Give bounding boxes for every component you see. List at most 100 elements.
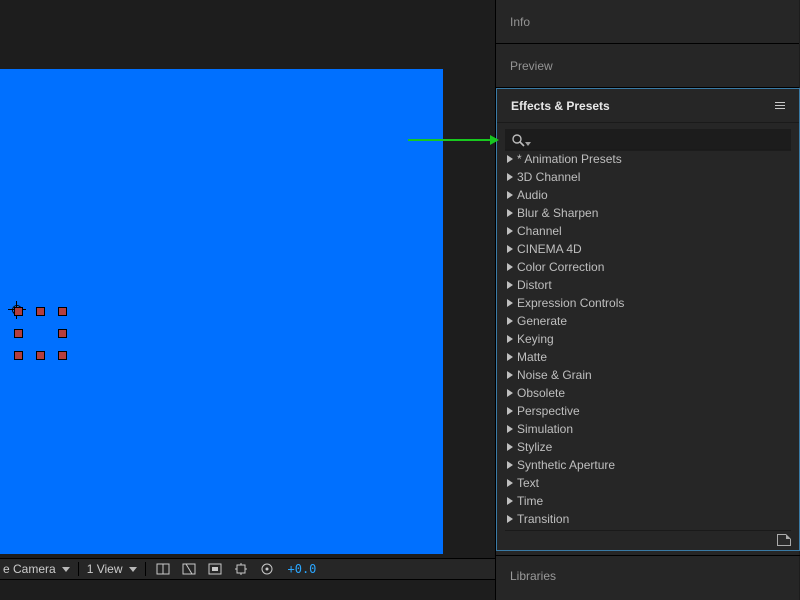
- disclosure-right-icon: [507, 317, 513, 325]
- effects-category-label: Blur & Sharpen: [517, 206, 598, 220]
- chevron-down-icon: [525, 142, 531, 146]
- selection-handle[interactable]: [14, 351, 23, 360]
- effects-presets-header: Effects & Presets: [497, 89, 799, 123]
- effects-category-row[interactable]: CINEMA 4D: [505, 240, 791, 258]
- chevron-down-icon: [129, 567, 137, 572]
- effects-category-label: Text: [517, 476, 539, 490]
- selection-handle[interactable]: [14, 307, 23, 316]
- effects-category-label: Transition: [517, 512, 569, 526]
- disclosure-right-icon: [507, 281, 513, 289]
- effects-category-row[interactable]: Distort: [505, 276, 791, 294]
- selection-handle[interactable]: [36, 307, 45, 316]
- effects-category-row[interactable]: Matte: [505, 348, 791, 366]
- effects-category-row[interactable]: Stylize: [505, 438, 791, 456]
- effects-category-row[interactable]: * Animation Presets: [505, 150, 791, 168]
- effects-category-label: Synthetic Aperture: [517, 458, 615, 472]
- selection-handle[interactable]: [14, 329, 23, 338]
- effects-category-row[interactable]: Text: [505, 474, 791, 492]
- view-layout-dropdown[interactable]: 1 View: [87, 562, 137, 576]
- effects-category-row[interactable]: Obsolete: [505, 384, 791, 402]
- left-pane: e Camera 1 View +0.0: [0, 0, 495, 600]
- disclosure-right-icon: [507, 479, 513, 487]
- toggle-pixel-aspect-button[interactable]: [154, 561, 172, 577]
- search-icon: [511, 133, 525, 147]
- effects-category-label: * Animation Presets: [517, 152, 622, 166]
- effects-category-row[interactable]: Color Correction: [505, 258, 791, 276]
- snapshot-button[interactable]: [258, 561, 276, 577]
- region-of-interest-button[interactable]: [232, 561, 250, 577]
- disclosure-right-icon: [507, 515, 513, 523]
- effects-presets-panel: Effects & Presets * Animation Presets 3D …: [496, 88, 800, 551]
- effects-search-field[interactable]: [505, 129, 791, 151]
- effects-category-label: Generate: [517, 314, 567, 328]
- effects-category-row[interactable]: 3D Channel: [505, 168, 791, 186]
- separator: [145, 562, 146, 576]
- toggle-transparency-grid-button[interactable]: [180, 561, 198, 577]
- effects-category-row[interactable]: Blur & Sharpen: [505, 204, 791, 222]
- effects-category-row[interactable]: Transition: [505, 510, 791, 528]
- effects-category-label: Obsolete: [517, 386, 565, 400]
- disclosure-right-icon: [507, 497, 513, 505]
- effects-category-list: * Animation Presets 3D Channel Audio Blur &…: [505, 149, 791, 528]
- composition-viewer[interactable]: [0, 69, 443, 554]
- effects-search-input[interactable]: [533, 129, 785, 151]
- effects-category-row[interactable]: Noise & Grain: [505, 366, 791, 384]
- effects-category-label: Expression Controls: [517, 296, 624, 310]
- effects-category-label: Matte: [517, 350, 547, 364]
- libraries-panel-tab[interactable]: Libraries: [496, 555, 800, 595]
- viewer-footer-bar: e Camera 1 View +0.0: [0, 558, 495, 580]
- effects-category-row[interactable]: Keying: [505, 330, 791, 348]
- effects-category-label: Distort: [517, 278, 552, 292]
- effects-category-label: Noise & Grain: [517, 368, 592, 382]
- disclosure-right-icon: [507, 173, 513, 181]
- info-panel-tab[interactable]: Info: [496, 0, 799, 44]
- disclosure-right-icon: [507, 335, 513, 343]
- effects-category-row[interactable]: Time: [505, 492, 791, 510]
- exposure-readout[interactable]: +0.0: [288, 562, 317, 576]
- info-panel-label: Info: [510, 15, 530, 29]
- disclosure-right-icon: [507, 155, 513, 163]
- effects-category-label: Simulation: [517, 422, 573, 436]
- preview-panel-tab[interactable]: Preview: [496, 44, 799, 88]
- effects-category-label: Channel: [517, 224, 562, 238]
- effects-category-row[interactable]: Generate: [505, 312, 791, 330]
- libraries-panel-label: Libraries: [510, 569, 556, 583]
- selection-handle[interactable]: [58, 329, 67, 338]
- effects-category-row[interactable]: Audio: [505, 186, 791, 204]
- disclosure-right-icon: [507, 371, 513, 379]
- selection-handle[interactable]: [36, 351, 45, 360]
- disclosure-right-icon: [507, 353, 513, 361]
- disclosure-right-icon: [507, 461, 513, 469]
- effects-category-label: Stylize: [517, 440, 552, 454]
- effects-category-label: Audio: [517, 188, 548, 202]
- disclosure-right-icon: [507, 299, 513, 307]
- effects-category-row[interactable]: Channel: [505, 222, 791, 240]
- right-panel-column: Info Preview Effects & Presets * Animati…: [495, 0, 799, 600]
- disclosure-right-icon: [507, 209, 513, 217]
- effects-panel-footer: [505, 530, 791, 546]
- toggle-mask-button[interactable]: [206, 561, 224, 577]
- disclosure-right-icon: [507, 443, 513, 451]
- effects-category-label: 3D Channel: [517, 170, 580, 184]
- disclosure-right-icon: [507, 263, 513, 271]
- effects-category-row[interactable]: Expression Controls: [505, 294, 791, 312]
- selection-handle[interactable]: [58, 351, 67, 360]
- effects-category-row[interactable]: Perspective: [505, 402, 791, 420]
- view-layout-label: 1 View: [87, 562, 123, 576]
- disclosure-right-icon: [507, 389, 513, 397]
- disclosure-right-icon: [507, 191, 513, 199]
- effects-presets-title: Effects & Presets: [511, 99, 610, 113]
- disclosure-right-icon: [507, 407, 513, 415]
- disclosure-right-icon: [507, 245, 513, 253]
- effects-category-row[interactable]: Simulation: [505, 420, 791, 438]
- active-camera-dropdown[interactable]: e Camera: [3, 562, 70, 576]
- selection-handle[interactable]: [58, 307, 67, 316]
- effects-category-row[interactable]: Synthetic Aperture: [505, 456, 791, 474]
- disclosure-right-icon: [507, 227, 513, 235]
- effects-category-label: Keying: [517, 332, 554, 346]
- new-preset-icon[interactable]: [777, 534, 791, 546]
- panel-menu-icon[interactable]: [775, 102, 785, 109]
- disclosure-right-icon: [507, 425, 513, 433]
- effects-category-label: Time: [517, 494, 543, 508]
- chevron-down-icon: [62, 567, 70, 572]
